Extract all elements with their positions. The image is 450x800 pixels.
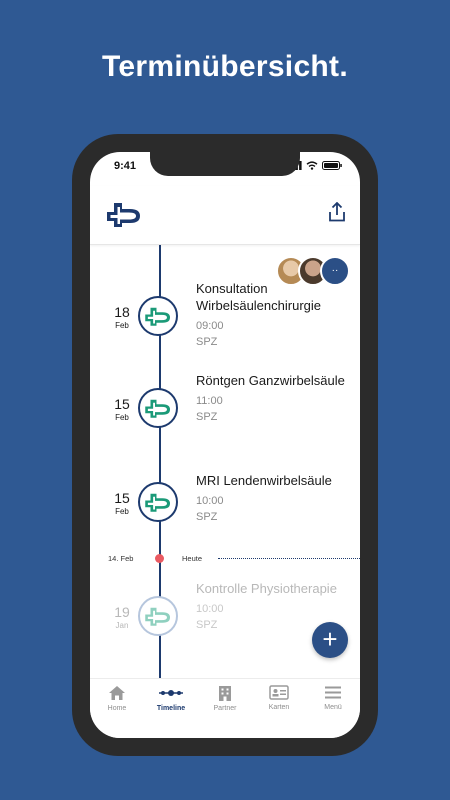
tab-label: Home <box>107 705 127 712</box>
app-bar <box>90 186 360 245</box>
appointment-node <box>138 482 178 522</box>
battery-icon <box>322 161 342 170</box>
tab-timeline[interactable]: Timeline <box>144 679 198 738</box>
appointment-time: 10:00 <box>196 495 224 507</box>
today-divider <box>218 558 360 559</box>
cross-logo-icon <box>145 607 170 626</box>
appointment-day: 19 <box>114 604 130 620</box>
cross-logo-icon[interactable] <box>104 200 144 228</box>
appointment-date: 15 Feb <box>108 396 136 422</box>
today-marker: 14. Feb Heute <box>90 552 360 566</box>
phone-notch <box>150 152 300 176</box>
appointment-title: Kontrolle Physiotherapie <box>196 581 337 596</box>
appointment-time: 10:00 <box>196 603 224 615</box>
tab-menu[interactable]: Menü <box>306 679 360 738</box>
today-dot <box>155 554 164 563</box>
appointment-node <box>138 388 178 428</box>
appointment-place: SPZ <box>196 411 218 423</box>
appointment-day: 15 <box>114 490 130 506</box>
appointment-node <box>138 296 178 336</box>
home-icon <box>109 686 125 700</box>
cross-logo-icon <box>145 493 170 512</box>
appointment-month: Feb <box>115 413 129 422</box>
wifi-icon <box>306 161 318 170</box>
tab-home[interactable]: Home <box>90 679 144 738</box>
timeline-icon <box>159 690 183 696</box>
cross-logo-icon <box>145 399 170 418</box>
phone-screen: 9:41 ·· 18 Feb Konsultation Wirbelsäulen… <box>90 152 360 738</box>
appointment-month: Feb <box>115 321 129 330</box>
share-icon[interactable] <box>328 202 346 222</box>
tab-partner[interactable]: Partner <box>198 679 252 738</box>
appointment-date: 19 Jan <box>108 604 136 630</box>
appointment-title: MRI Lendenwirbelsäule <box>196 473 332 488</box>
today-date: 14. Feb <box>108 554 134 563</box>
appointment-month: Feb <box>115 507 129 516</box>
card-icon <box>269 685 289 700</box>
tab-karten[interactable]: Karten <box>252 679 306 738</box>
add-appointment-button[interactable]: + <box>312 622 348 658</box>
appointment-date: 15 Feb <box>108 490 136 516</box>
menu-icon <box>325 686 341 699</box>
today-label: Heute <box>182 554 203 563</box>
tab-label: Timeline <box>156 705 186 712</box>
tab-label: Partner <box>213 705 237 712</box>
tab-label: Menü <box>324 704 342 711</box>
appointment-node <box>138 596 178 636</box>
appointment-info: MRI Lendenwirbelsäule 10:00 SPZ <box>196 472 356 523</box>
appointment-month: Jan <box>115 621 129 630</box>
appointment-date: 18 Feb <box>108 304 136 330</box>
appointment-day: 18 <box>114 304 130 320</box>
appointment-time: 11:00 <box>196 395 223 407</box>
appointment-title: Röntgen Ganzwirbelsäule <box>196 373 345 388</box>
tab-label: Karten <box>268 704 290 711</box>
building-icon <box>219 686 231 701</box>
tab-bar: Home Timeline Partner Karten Menü <box>90 678 360 738</box>
appointment-place: SPZ <box>196 511 218 523</box>
appointment-day: 15 <box>114 396 130 412</box>
headline: Terminübersicht. <box>102 50 348 83</box>
appointment-info: Röntgen Ganzwirbelsäule 11:00 SPZ <box>196 372 356 423</box>
appointment-place: SPZ <box>196 336 218 348</box>
cross-logo-icon <box>145 307 170 326</box>
status-time: 9:41 <box>114 160 137 172</box>
appointment-title: Konsultation Wirbelsäulenchirurgie <box>196 281 321 313</box>
appointment-info: Konsultation Wirbelsäulenchirurgie 09:00… <box>196 280 356 348</box>
appointment-time: 09:00 <box>196 320 224 332</box>
phone-frame: 9:41 ·· 18 Feb Konsultation Wirbelsäulen… <box>72 134 378 756</box>
